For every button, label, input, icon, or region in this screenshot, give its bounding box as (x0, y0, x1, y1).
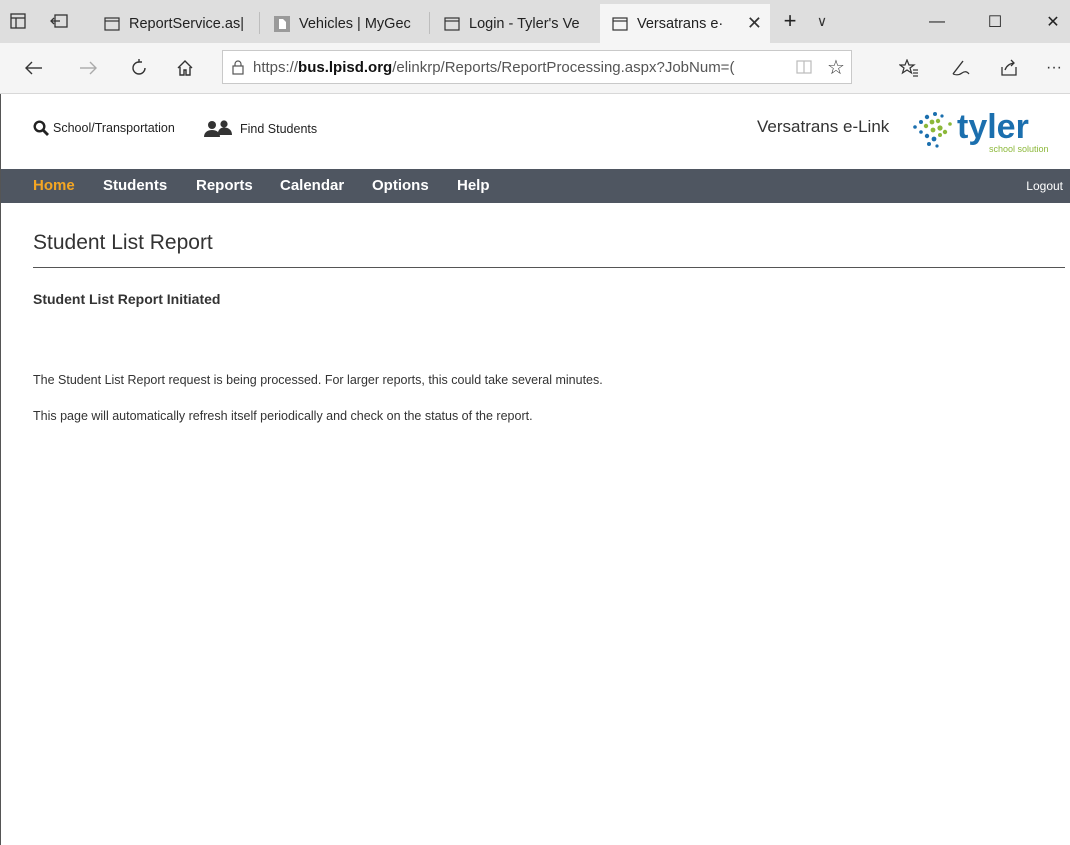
refresh-message: This page will automatically refresh its… (33, 409, 533, 423)
tab-preview-icon[interactable] (8, 11, 28, 31)
report-status-heading: Student List Report Initiated (33, 291, 221, 307)
tab-separator (259, 12, 260, 34)
web-page: School/Transportation Find Students Vers… (0, 94, 1070, 845)
maximize-button[interactable]: ☐ (972, 6, 1018, 38)
page-title: Student List Report (33, 231, 213, 254)
forward-arrow-icon[interactable] (74, 54, 102, 82)
tab-title: Vehicles | MyGec (299, 15, 411, 32)
menu-calendar[interactable]: Calendar (280, 169, 344, 203)
home-icon[interactable] (171, 54, 199, 82)
browser-toolbar: https://bus.lpisd.org/elinkrp/Reports/Re… (0, 43, 1070, 94)
processing-message: The Student List Report request is being… (33, 373, 603, 387)
school-transportation-link[interactable]: School/Transportation (33, 120, 175, 136)
menu-options[interactable]: Options (372, 169, 429, 203)
tyler-logo-text: tyler (957, 108, 1029, 146)
tab-title: ReportService.as| (129, 15, 244, 32)
tab-title: Versatrans e· (637, 15, 724, 32)
more-options-icon[interactable]: ··· (1040, 54, 1068, 82)
tyler-logo-subtext: school solution (989, 144, 1049, 154)
tab-separator (429, 12, 430, 34)
menu-help[interactable]: Help (457, 169, 490, 203)
page-icon (444, 16, 460, 31)
app-header: School/Transportation Find Students Vers… (1, 94, 1070, 169)
logout-link[interactable]: Logout (1026, 169, 1063, 203)
favorites-hub-icon[interactable] (895, 54, 923, 82)
lock-icon[interactable] (223, 59, 253, 75)
tab-title: Login - Tyler's Ve (469, 15, 580, 32)
find-students-link[interactable]: Find Students (203, 120, 317, 138)
find-students-label: Find Students (240, 122, 318, 136)
tab-reportservice[interactable]: ReportService.as| (92, 4, 258, 43)
address-bar[interactable]: https://bus.lpisd.org/elinkrp/Reports/Re… (222, 50, 852, 84)
search-icon (33, 120, 49, 136)
tab-vehicles[interactable]: Vehicles | MyGec (262, 4, 428, 43)
favorite-star-icon[interactable]: ☆ (821, 55, 851, 80)
share-icon[interactable] (995, 54, 1023, 82)
main-menu: Home Students Reports Calendar Options H… (1, 169, 1070, 203)
set-aside-tabs-icon[interactable] (49, 11, 69, 31)
school-transportation-label: School/Transportation (53, 121, 175, 135)
tyler-logo: tyler school solution (907, 102, 1070, 158)
close-window-button[interactable]: ✕ (1030, 6, 1070, 38)
versatrans-brand: Versatrans e-Link (757, 117, 890, 136)
browser-tab-bar: ReportService.as| Vehicles | MyGec Login… (0, 0, 1070, 43)
back-arrow-icon[interactable] (20, 54, 48, 82)
close-tab-icon[interactable]: ✕ (747, 13, 762, 34)
new-tab-icon[interactable]: + (780, 8, 800, 33)
tab-login[interactable]: Login - Tyler's Ve (432, 4, 598, 43)
reading-view-icon[interactable] (787, 60, 821, 74)
tab-list-chevron-icon[interactable]: ∨ (812, 11, 832, 31)
menu-reports[interactable]: Reports (196, 169, 253, 203)
menu-students[interactable]: Students (103, 169, 167, 203)
url-text[interactable]: https://bus.lpisd.org/elinkrp/Reports/Re… (253, 59, 787, 76)
refresh-icon[interactable] (125, 54, 153, 82)
tab-versatrans[interactable]: Versatrans e· ✕ (600, 4, 770, 43)
title-divider (33, 267, 1065, 268)
minimize-button[interactable]: — (914, 6, 960, 38)
page-icon (104, 16, 120, 31)
document-icon (274, 15, 290, 32)
web-note-pen-icon[interactable] (946, 54, 974, 82)
menu-home[interactable]: Home (33, 169, 75, 203)
students-group-icon (203, 120, 233, 138)
page-icon (612, 16, 628, 31)
